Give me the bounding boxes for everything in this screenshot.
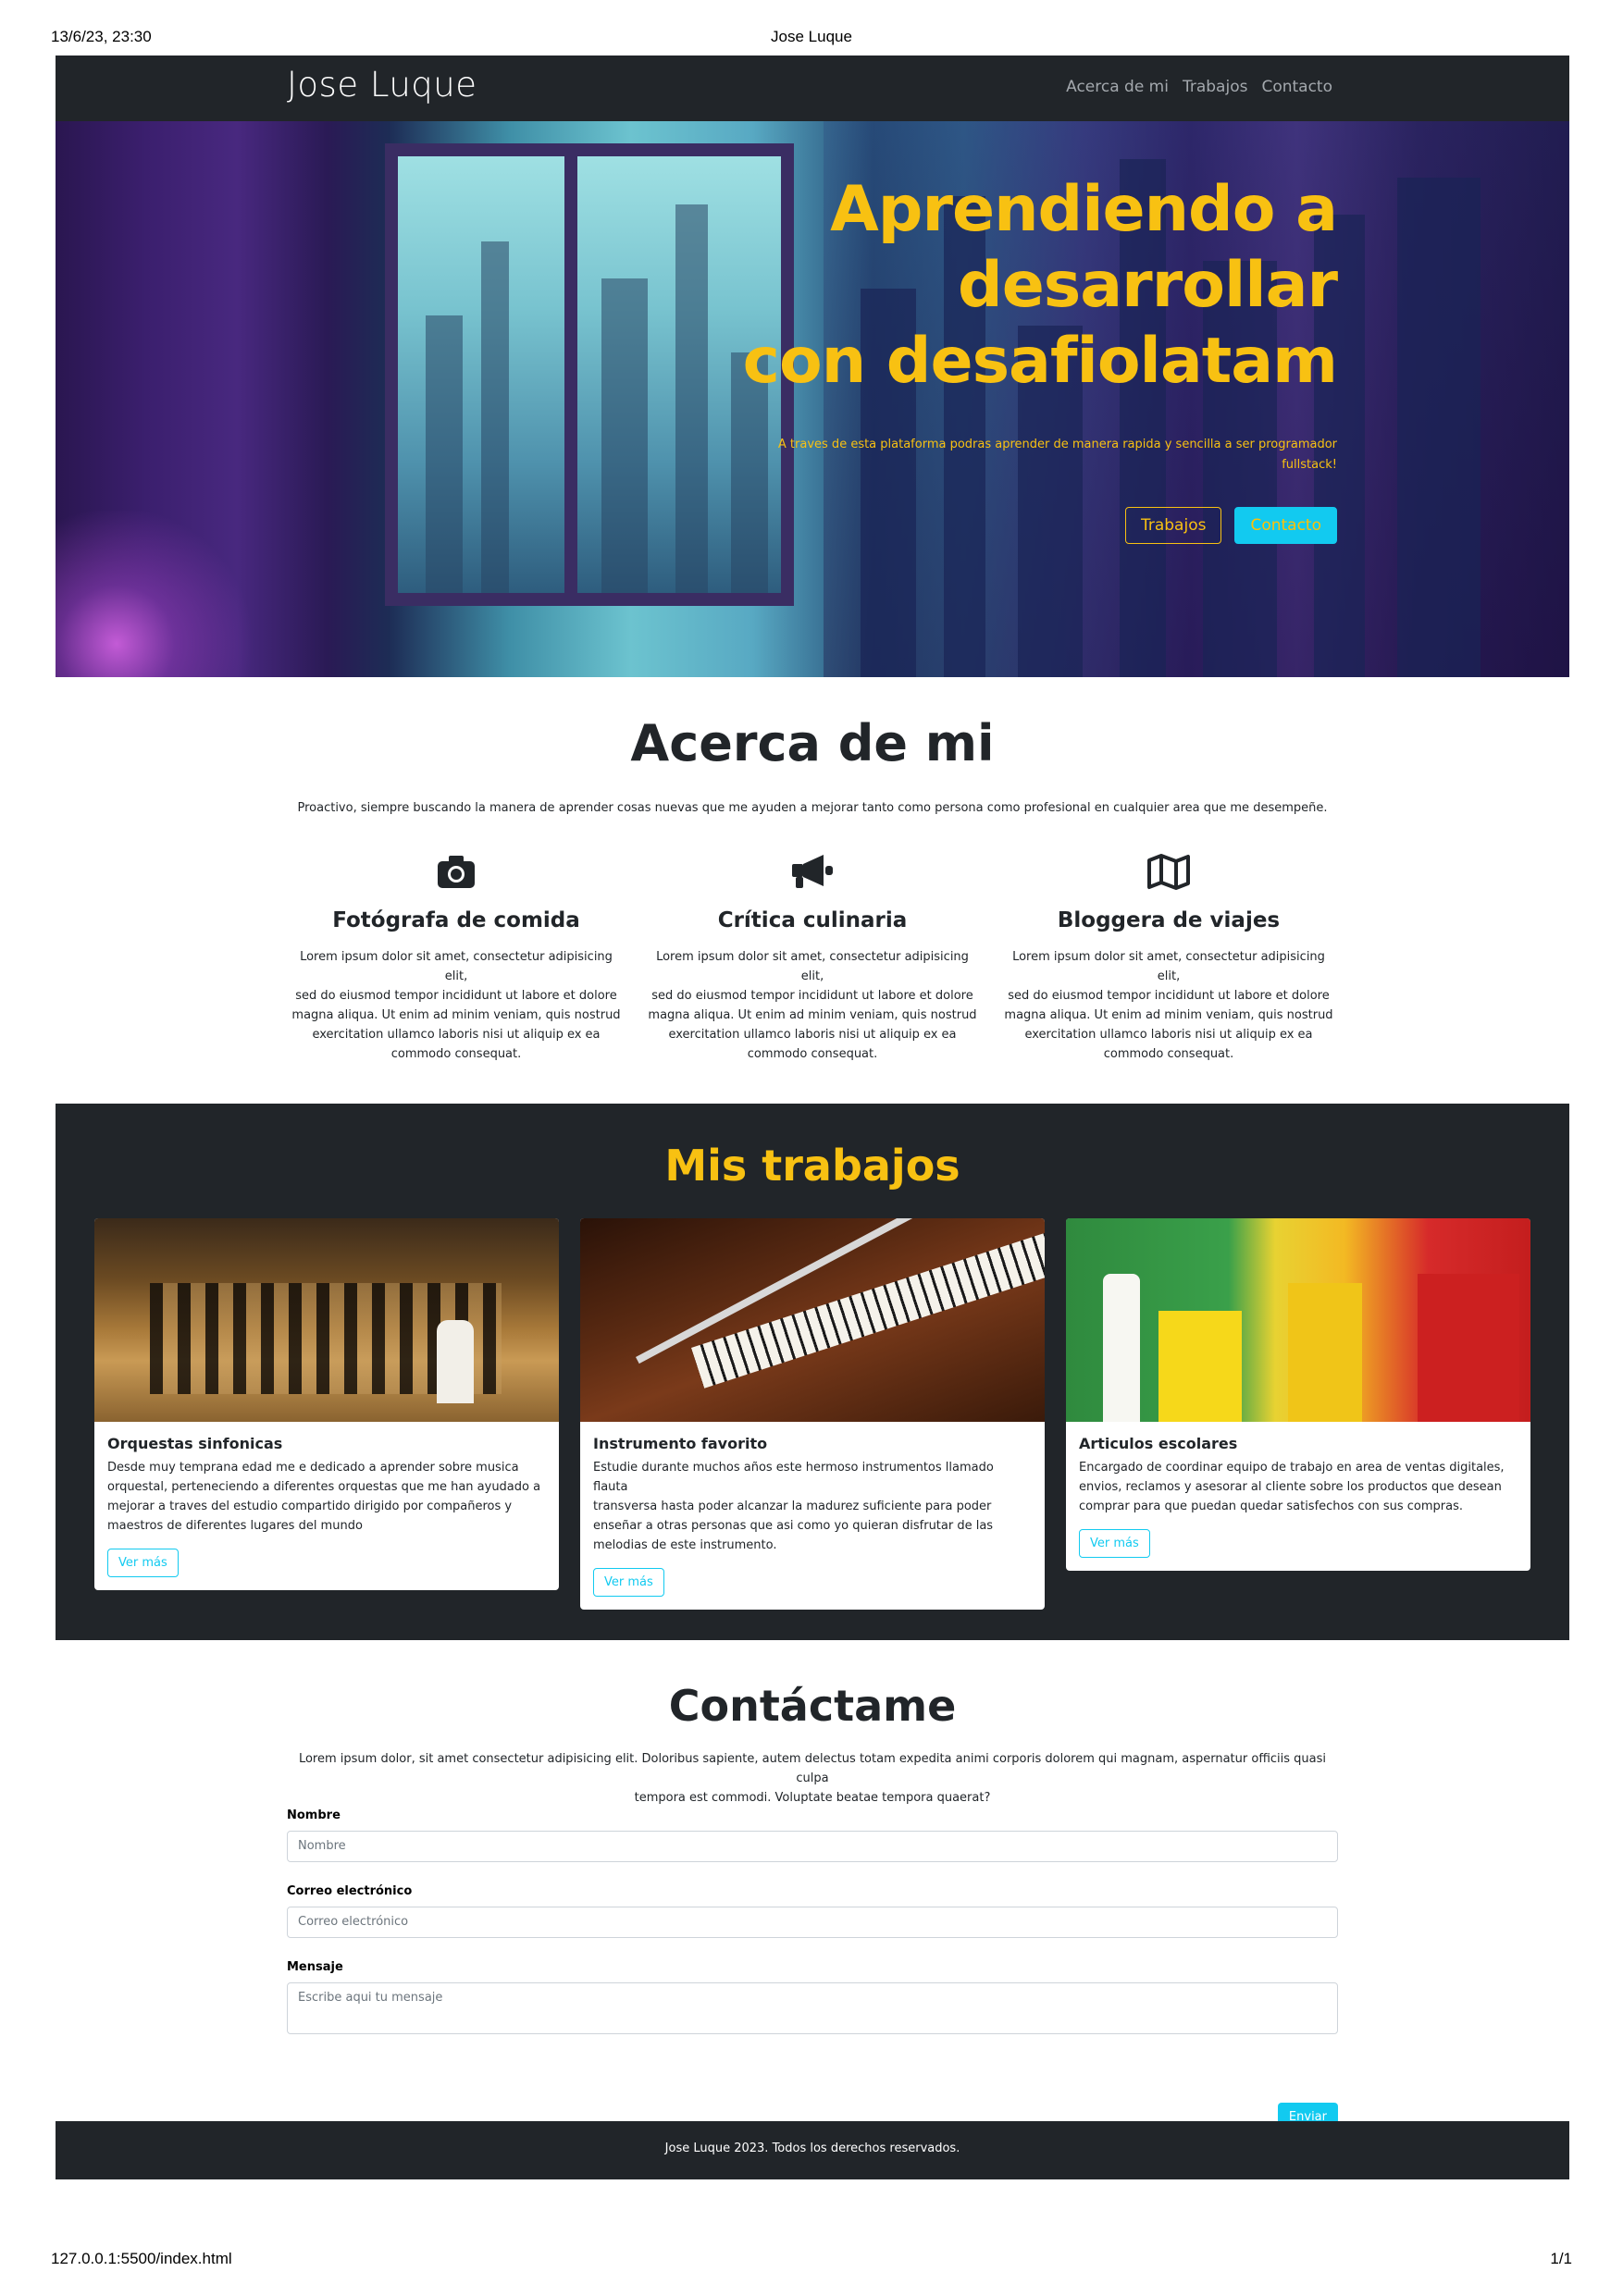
work-card-instrument: Instrumento favorito Estudie durante muc…	[580, 1218, 1045, 1610]
hero-subtitle: A traves de esta plataforma podras apren…	[777, 438, 1337, 472]
feature-title: Crítica culinaria	[717, 908, 908, 932]
orchestra-image	[94, 1218, 559, 1422]
message-textarea[interactable]: Escribe aqui tu mensaje	[287, 1982, 1338, 2034]
email-label: Correo electrónico	[287, 1884, 413, 1898]
nav-links: Acerca de mi Trabajos Contacto	[1066, 78, 1332, 96]
card-text: Estudie durante muchos años este hermoso…	[593, 1461, 994, 1552]
name-input[interactable]: Nombre	[287, 1831, 1338, 1862]
site-footer: Jose Luque 2023. Todos los derechos rese…	[56, 2121, 1569, 2179]
card-text: Encargado de coordinar equipo de trabajo…	[1079, 1461, 1505, 1513]
megaphone-icon	[646, 849, 979, 894]
brand-logo[interactable]: Jose Luque	[287, 65, 477, 105]
about-title: Acerca de mi	[630, 714, 995, 772]
navbar: Jose Luque Acerca de mi Trabajos Contact…	[56, 56, 1569, 121]
feature-text: Lorem ipsum dolor sit amet, consectetur …	[291, 950, 621, 1061]
piano-flute-image	[580, 1218, 1045, 1422]
feature-title: Fotógrafa de comida	[332, 908, 580, 932]
card-body: Articulos escolares Encargado de coordin…	[1066, 1422, 1530, 1571]
page: Jose Luque Acerca de mi Trabajos Contact…	[56, 56, 1569, 2179]
footer-text: Jose Luque 2023. Todos los derechos rese…	[664, 2142, 960, 2155]
name-label: Nombre	[287, 1808, 341, 1822]
trabajos-button[interactable]: Trabajos	[1124, 507, 1222, 544]
feature-title: Bloggera de viajes	[1057, 908, 1281, 932]
feature-text: Lorem ipsum dolor sit amet, consectetur …	[1004, 950, 1333, 1061]
contact-form: Nombre Nombre Correo electrónico Correo …	[287, 1808, 1338, 2131]
camera-icon	[290, 849, 623, 894]
nav-link-contacto[interactable]: Contacto	[1261, 78, 1332, 96]
card-body: Instrumento favorito Estudie durante muc…	[580, 1422, 1045, 1610]
contact-lead: Lorem ipsum dolor, sit amet consectetur …	[298, 1752, 1327, 1805]
card-body: Orquestas sinfonicas Desde muy temprana …	[94, 1422, 559, 1590]
hero-glow	[56, 511, 259, 677]
email-input[interactable]: Correo electrónico	[287, 1907, 1338, 1938]
feature-text: Lorem ipsum dolor sit amet, consectetur …	[648, 950, 977, 1061]
message-label: Mensaje	[287, 1960, 343, 1974]
work-card-orchestra: Orquestas sinfonicas Desde muy temprana …	[94, 1218, 559, 1590]
print-footer: 127.0.0.1:5500/index.html 1/1	[51, 2250, 1572, 2270]
works-section: Mis trabajos Orquestas sinfonicas Desde …	[56, 1104, 1569, 1640]
work-card-school-supplies: Articulos escolares Encargado de coordin…	[1066, 1218, 1530, 1571]
school-supplies-image	[1066, 1218, 1530, 1422]
ver-mas-button[interactable]: Ver más	[1079, 1529, 1150, 1558]
feature-food-critic: Crítica culinaria Lorem ipsum dolor sit …	[646, 849, 979, 1064]
about-lead: Proactivo, siempre buscando la manera de…	[297, 801, 1328, 815]
contact-section: Contáctame Lorem ipsum dolor, sit amet c…	[56, 1640, 1569, 2131]
print-header: 13/6/23, 23:30 Jose Luque	[51, 28, 1572, 48]
print-url: 127.0.0.1:5500/index.html	[51, 2250, 232, 2267]
contact-title: Contáctame	[668, 1681, 957, 1731]
card-title: Orquestas sinfonicas	[107, 1435, 283, 1452]
feature-travel-blogger: Bloggera de viajes Lorem ipsum dolor sit…	[1002, 849, 1335, 1064]
print-doc-title: Jose Luque	[771, 28, 852, 45]
nav-link-acerca[interactable]: Acerca de mi	[1066, 78, 1169, 96]
contacto-button[interactable]: Contacto	[1234, 507, 1337, 544]
works-title: Mis trabajos	[664, 1141, 960, 1191]
map-icon	[1002, 849, 1335, 894]
card-title: Articulos escolares	[1079, 1435, 1238, 1452]
hero-title: Aprendiendo a desarrollar con desafiolat…	[742, 173, 1338, 398]
hero-banner: Aprendiendo a desarrollar con desafiolat…	[56, 121, 1569, 677]
card-title: Instrumento favorito	[593, 1435, 768, 1452]
about-section: Acerca de mi Proactivo, siempre buscando…	[56, 677, 1569, 1103]
nav-link-trabajos[interactable]: Trabajos	[1183, 78, 1247, 96]
ver-mas-button[interactable]: Ver más	[107, 1549, 179, 1577]
card-text: Desde muy temprana edad me e dedicado a …	[107, 1461, 541, 1533]
feature-food-photographer: Fotógrafa de comida Lorem ipsum dolor si…	[290, 849, 623, 1064]
print-page-number: 1/1	[1550, 2250, 1572, 2267]
hero-content: Aprendiendo a desarrollar con desafiolat…	[689, 172, 1338, 544]
ver-mas-button[interactable]: Ver más	[593, 1568, 664, 1597]
hero-buttons: Trabajos Contacto	[689, 507, 1337, 544]
